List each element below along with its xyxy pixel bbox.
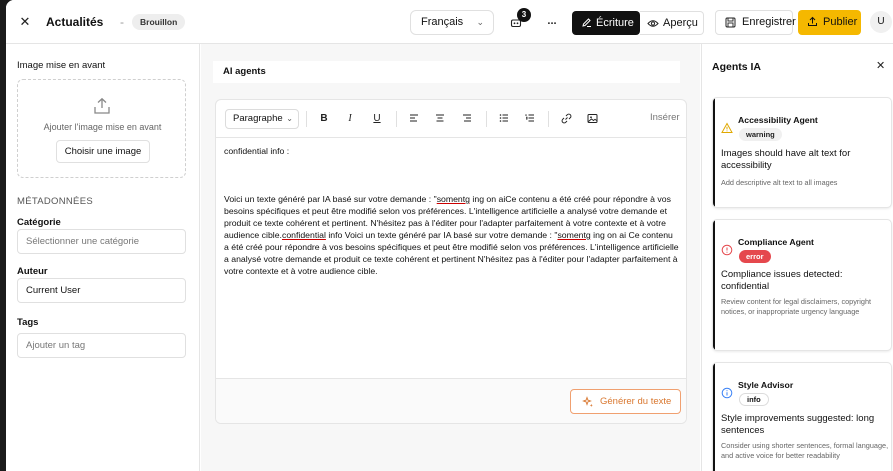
close-icon[interactable]: ✕ bbox=[16, 13, 34, 31]
preview-mode-button[interactable]: Aperçu bbox=[640, 11, 704, 35]
editor-footer: Générer du texte bbox=[216, 378, 686, 423]
info-circle-icon bbox=[721, 387, 733, 399]
warning-triangle-icon bbox=[721, 122, 733, 133]
bold-icon[interactable]: B bbox=[316, 111, 332, 127]
agent-detail: Review content for legal disclaimers, co… bbox=[721, 297, 872, 316]
preview-mode-label: Aperçu bbox=[663, 17, 698, 29]
language-select[interactable]: Français ⌄ bbox=[410, 10, 494, 35]
pencil-icon bbox=[582, 18, 591, 27]
agent-name: Style Advisor bbox=[738, 380, 794, 390]
page-title: Actualités bbox=[46, 15, 104, 29]
align-left-icon[interactable] bbox=[406, 111, 422, 127]
underline-icon[interactable]: U bbox=[369, 111, 385, 127]
write-mode-button[interactable]: Écriture bbox=[572, 11, 640, 35]
image-icon[interactable] bbox=[584, 111, 600, 127]
agent-card-compliance[interactable]: Compliance Agent error Compliance issues… bbox=[712, 219, 892, 351]
agent-detail: Consider using shorter sentences, formal… bbox=[721, 441, 889, 460]
upload-icon bbox=[808, 16, 817, 26]
article-title-input[interactable]: AI agents bbox=[213, 61, 680, 83]
close-icon[interactable]: ✕ bbox=[876, 59, 885, 72]
flagged-word-underline: confidential bbox=[281, 230, 326, 240]
editor-toolbar: Paragraphe ⌄ B I U Insérer bbox=[216, 100, 686, 138]
severity-badge: error bbox=[739, 250, 771, 263]
save-label: Enregistrer bbox=[742, 16, 796, 28]
category-select[interactable]: Sélectionner une catégorie bbox=[17, 229, 186, 254]
tags-label: Tags bbox=[17, 317, 39, 328]
author-field[interactable]: Current User bbox=[17, 278, 186, 303]
generate-text-button[interactable]: Générer du texte bbox=[570, 389, 681, 414]
toolbar-divider bbox=[548, 111, 549, 127]
publish-button[interactable]: Publier bbox=[798, 10, 861, 35]
notification-count-badge: 3 bbox=[517, 8, 531, 22]
content-paragraph: Voici un texte généré par IA basé sur vo… bbox=[224, 194, 679, 276]
content-first-line: confidential info : bbox=[224, 146, 290, 156]
link-icon[interactable] bbox=[558, 111, 574, 127]
agent-name: Accessibility Agent bbox=[738, 115, 818, 125]
save-button[interactable]: Enregistrer bbox=[715, 10, 796, 35]
title-separator: - bbox=[120, 15, 124, 29]
author-label: Auteur bbox=[17, 266, 48, 277]
panel-title: Agents IA bbox=[712, 61, 762, 73]
severity-badge: info bbox=[739, 393, 769, 406]
choose-image-button[interactable]: Choisir une image bbox=[56, 140, 150, 163]
italic-icon[interactable]: I bbox=[342, 111, 358, 127]
card-accent-bar bbox=[713, 98, 715, 207]
block-type-value: Paragraphe bbox=[233, 113, 283, 124]
card-accent-bar bbox=[713, 363, 715, 471]
status-badge: Brouillon bbox=[132, 14, 186, 30]
toolbar-divider bbox=[486, 111, 487, 127]
dropzone-text: Ajouter l'image mise en avant bbox=[43, 122, 162, 132]
agent-name: Compliance Agent bbox=[738, 237, 814, 247]
align-right-icon[interactable] bbox=[459, 111, 475, 127]
sparkles-icon bbox=[582, 396, 593, 407]
generate-text-label: Générer du texte bbox=[600, 396, 672, 407]
toolbar-divider bbox=[306, 111, 307, 127]
error-circle-icon bbox=[721, 244, 733, 256]
save-icon bbox=[725, 17, 736, 28]
toolbar-divider bbox=[396, 111, 397, 127]
featured-image-dropzone[interactable]: Ajouter l'image mise en avant Choisir un… bbox=[17, 79, 186, 178]
agent-message: Images should have alt text for accessib… bbox=[721, 148, 851, 171]
language-value: Français bbox=[421, 16, 464, 28]
category-label: Catégorie bbox=[17, 217, 61, 228]
write-mode-label: Écriture bbox=[596, 17, 634, 29]
avatar[interactable]: U bbox=[870, 11, 892, 33]
chevron-down-icon: ⌄ bbox=[476, 17, 484, 27]
notification-button[interactable]: 3 bbox=[508, 8, 531, 34]
agent-card-style-advisor[interactable]: Style Advisor info Style improvements su… bbox=[712, 362, 892, 471]
tags-input[interactable]: Ajouter un tag bbox=[17, 333, 186, 358]
more-options-button[interactable]: ... bbox=[543, 12, 561, 32]
top-bar: ✕ Actualités - Brouillon Français ⌄ 3 ..… bbox=[6, 0, 893, 44]
featured-image-label: Image mise en avant bbox=[17, 60, 106, 71]
agent-card-accessibility[interactable]: Accessibility Agent warning Images shoul… bbox=[712, 97, 892, 208]
rich-text-editor: Paragraphe ⌄ B I U Insérer confidential … bbox=[215, 99, 687, 424]
block-type-select[interactable]: Paragraphe ⌄ bbox=[225, 109, 299, 129]
main-editor-area: AI agents Paragraphe ⌄ B I U Insérer con… bbox=[201, 44, 700, 471]
eye-icon bbox=[647, 20, 659, 27]
ai-agents-panel: Agents IA ✕ Accessibility Agent warning … bbox=[701, 44, 893, 471]
upload-icon bbox=[94, 97, 110, 114]
agent-message: Compliance issues detected: confidential bbox=[721, 269, 843, 292]
publish-label: Publier bbox=[823, 16, 858, 28]
editor-content[interactable]: confidential info : Voici un texte génér… bbox=[224, 145, 680, 277]
chevron-down-icon: ⌄ bbox=[286, 114, 293, 123]
left-sidebar: Image mise en avant Ajouter l'image mise… bbox=[6, 44, 200, 471]
agent-detail: Add descriptive alt text to all images bbox=[721, 178, 838, 187]
bullet-list-icon[interactable] bbox=[496, 111, 512, 127]
align-center-icon[interactable] bbox=[432, 111, 448, 127]
editor-app: ✕ Actualités - Brouillon Français ⌄ 3 ..… bbox=[6, 0, 893, 471]
spelling-error-underline: somentg bbox=[436, 194, 471, 204]
spelling-error-underline: somentg bbox=[557, 230, 591, 240]
agent-message: Style improvements suggested: long sente… bbox=[721, 413, 875, 436]
insert-menu[interactable]: Insérer bbox=[650, 112, 680, 123]
severity-badge: warning bbox=[739, 128, 782, 141]
card-accent-bar bbox=[713, 220, 715, 350]
numbered-list-icon[interactable] bbox=[522, 111, 538, 127]
metadata-heading: MÉTADONNÉES bbox=[17, 196, 93, 207]
